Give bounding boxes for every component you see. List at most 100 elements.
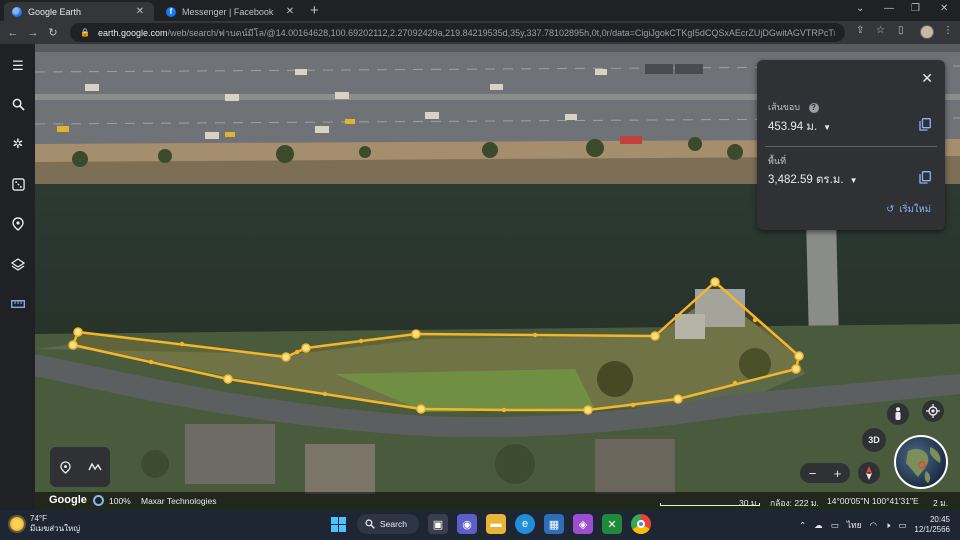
search-label: Search [380, 519, 407, 529]
volume-muted-icon[interactable]: 🕨 [885, 520, 890, 531]
language-indicator[interactable]: ไทย [847, 518, 862, 532]
search-icon[interactable] [8, 94, 28, 114]
chevron-down-icon: ▼ [849, 175, 858, 185]
side-panel-icon[interactable]: ▯ [898, 25, 904, 36]
wifi-icon[interactable]: ◠ [870, 520, 877, 531]
teams-chat-icon[interactable]: ◉ [457, 514, 477, 534]
restart-label: เริ่มใหม่ [899, 204, 931, 215]
map-tools [50, 447, 110, 487]
address-bar[interactable]: 🔒 earth.google.com /web/search/ฟาบดน์มีโ… [70, 23, 845, 42]
tab-title: Messenger | Facebook [182, 6, 274, 17]
xbox-icon[interactable]: ✕ [602, 514, 622, 534]
map-status-bar: Google 100% Maxar Technologies 30 ม. กล้… [35, 492, 960, 510]
my-location-icon[interactable] [922, 400, 944, 422]
zoom-in-icon[interactable]: + [834, 466, 842, 481]
lock-icon: 🔒 [80, 28, 90, 37]
zoom-out-icon[interactable]: − [809, 466, 817, 481]
window-close-button[interactable]: ✕ [940, 3, 948, 14]
close-icon[interactable]: ✕ [921, 70, 933, 87]
url-path: /web/search/ฟาบดน์มีโล/@14.00164628,100.… [167, 27, 835, 38]
scale-label: 30 ม. [739, 498, 759, 508]
dice-icon[interactable] [8, 174, 28, 194]
chevron-up-icon[interactable]: ⌃ [799, 520, 806, 531]
tab-search-icon[interactable]: ⌄ [856, 3, 864, 14]
compass-icon[interactable] [858, 462, 880, 484]
cloud-icon[interactable]: ☁ [814, 520, 823, 531]
area-unit-dropdown[interactable]: 3,482.59 ตร.ม. ▼ [768, 171, 858, 189]
photos-icon[interactable]: ◈ [573, 514, 593, 534]
copy-icon[interactable] [919, 171, 931, 184]
toggle-3d-label: 3D [868, 435, 880, 445]
pegman-icon[interactable] [887, 403, 909, 425]
taskbar-search[interactable]: Search [357, 514, 419, 534]
projects-icon[interactable] [8, 214, 28, 234]
globe-minimap[interactable] [894, 435, 948, 489]
imagery-provider[interactable]: Maxar Technologies [141, 496, 216, 506]
menu-icon[interactable]: ☰ [8, 56, 28, 76]
area-value: 3,482.59 ตร.ม. [768, 174, 844, 186]
close-icon[interactable]: ✕ [134, 6, 146, 17]
battery-icon[interactable]: ▭ [898, 520, 906, 531]
perimeter-unit-dropdown[interactable]: 453.94 ม. ▼ [768, 118, 831, 136]
temperature: 74°F [30, 514, 47, 523]
screen: Google Earth ✕ f Messenger | Facebook ✕ … [0, 0, 960, 540]
facebook-icon: f [166, 6, 176, 17]
layers-icon[interactable] [8, 254, 28, 274]
folder-icon[interactable]: ▭ [831, 520, 839, 531]
reload-button[interactable]: ↻ [43, 26, 63, 39]
load-progress: 100% [109, 496, 131, 506]
tab-messenger[interactable]: f Messenger | Facebook ✕ [158, 2, 304, 21]
camera-altitude: กล้อง: 222 ม. [770, 498, 819, 508]
help-icon[interactable]: ? [808, 102, 819, 113]
draw-path-icon[interactable] [85, 457, 105, 477]
url-host: earth.google.com [97, 27, 168, 38]
minimize-button[interactable]: — [884, 3, 894, 14]
measure-panel: ✕ เส้นขอบ ? 453.94 ม. ▼ พื้นที่ 3,482.59… [757, 60, 945, 230]
coordinates: 14°00'05"N 100°41'31"E [827, 496, 919, 506]
taskbar-apps: Search ▣ ◉ ▬ e ▦ ◈ ✕ [328, 514, 651, 534]
edge-icon[interactable]: e [515, 514, 535, 534]
google-logo: Google [49, 494, 87, 506]
weather-widget[interactable]: 74°F มีเมฆส่วนใหญ่ [10, 514, 80, 534]
weather-sun-icon [10, 517, 24, 531]
forward-button[interactable]: → [23, 27, 43, 39]
measure-icon[interactable] [8, 294, 28, 314]
restart-button[interactable]: ↺ เริ่มใหม่ [886, 202, 931, 217]
tab-google-earth[interactable]: Google Earth ✕ [4, 2, 154, 21]
weather-description: มีเมฆส่วนใหญ่ [30, 524, 81, 533]
file-explorer-icon[interactable]: ▬ [486, 514, 506, 534]
start-button[interactable] [328, 514, 348, 534]
more-menu-icon[interactable]: ⋮ [943, 25, 953, 36]
chevron-down-icon: ▼ [823, 122, 832, 132]
tab-title: Google Earth [28, 6, 82, 17]
system-tray: ⌃ ☁ ▭ ไทย ◠ 🕨 ▭ 20:45 12/1/2566 [799, 515, 950, 535]
clock[interactable]: 20:45 12/1/2566 [914, 515, 950, 535]
close-icon[interactable]: ✕ [284, 6, 296, 17]
earth-icon [12, 6, 22, 17]
earth-left-rail: ☰ ✲ [0, 44, 35, 510]
share-icon[interactable]: ⇪ [856, 25, 864, 36]
loading-ring-icon [93, 495, 104, 506]
voyager-icon[interactable]: ✲ [8, 134, 28, 154]
add-placemark-icon[interactable] [55, 457, 75, 477]
divider [765, 146, 937, 147]
avatar[interactable] [920, 25, 934, 39]
back-button[interactable]: ← [3, 27, 23, 39]
clock-time: 20:45 [929, 515, 950, 524]
store-icon[interactable]: ▦ [544, 514, 564, 534]
toggle-3d-button[interactable]: 3D [862, 428, 886, 452]
task-view-icon[interactable]: ▣ [428, 514, 448, 534]
perimeter-value: 453.94 ม. [768, 121, 818, 133]
undo-icon: ↺ [886, 204, 895, 215]
weather-text: 74°F มีเมฆส่วนใหญ่ [30, 514, 80, 534]
maximize-button[interactable]: ❐ [911, 3, 920, 14]
new-tab-button[interactable]: + [310, 2, 319, 19]
windows-logo-icon [330, 516, 346, 532]
chrome-icon[interactable] [631, 514, 651, 534]
bookmark-star-icon[interactable]: ☆ [876, 25, 885, 36]
zoom-control: − + [800, 463, 850, 483]
browser-toolbar: ← → ↻ 🔒 earth.google.com /web/search/ฟาบ… [0, 21, 960, 44]
search-icon [365, 519, 375, 529]
copy-icon[interactable] [919, 118, 931, 131]
area-label: พื้นที่ [768, 156, 787, 166]
